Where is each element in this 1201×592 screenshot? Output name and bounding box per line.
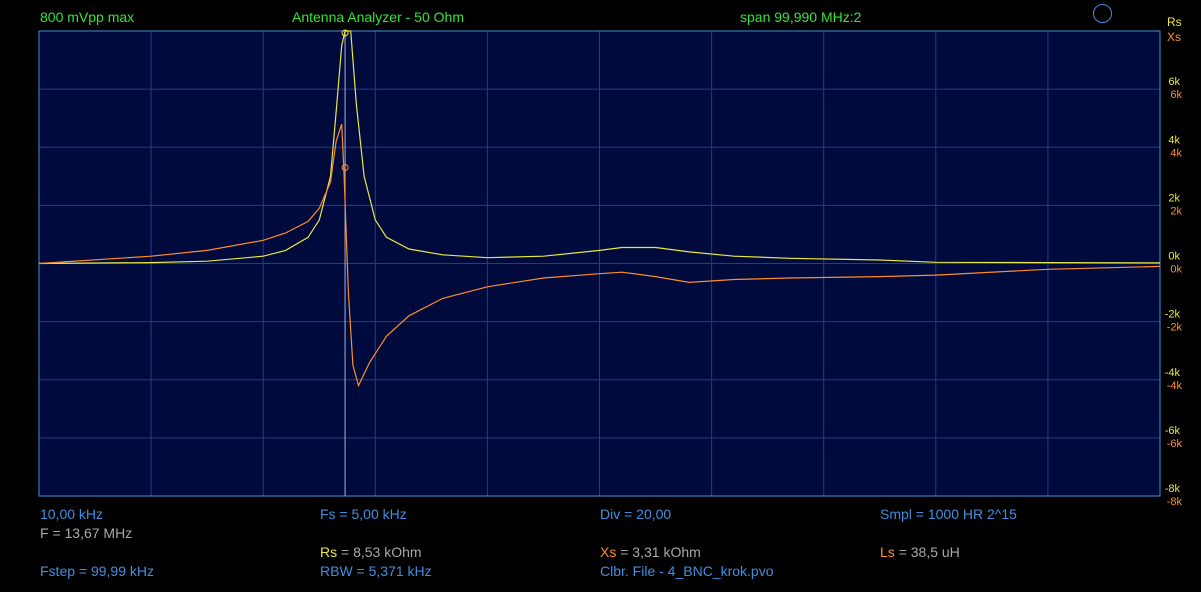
analyzer-plot: 6k6k 4k4k 2k2k 0k0k -2k-2k -4k-4k -6k-6k -8k-8k <box>38 29 1183 508</box>
xs-readout-value: = 3,31 kOhm <box>620 544 701 560</box>
rs-axis-label: Rs <box>1167 15 1182 29</box>
rs-tick-label: 2k <box>1168 192 1180 204</box>
xs-readout: Xs = 3,31 kOhm <box>600 544 701 560</box>
circle-icon[interactable] <box>1093 4 1112 23</box>
rs-tick-label: -4k <box>1165 367 1181 379</box>
rs-tick-label: 0k <box>1168 251 1180 263</box>
xs-tick-label: -2k <box>1167 322 1183 334</box>
xs-axis-label: Xs <box>1167 30 1182 44</box>
span-label: span 99,990 MHz:2 <box>740 9 862 25</box>
xs-tick-label: 4k <box>1170 147 1182 159</box>
rs-tick-label: -6k <box>1165 425 1181 437</box>
ls-readout: Ls = 38,5 uH <box>880 544 960 560</box>
amplitude-label: 800 mVpp max <box>40 9 135 25</box>
rbw-readout: RBW = 5,371 kHz <box>320 563 432 579</box>
rs-readout: Rs = 8,53 kOhm <box>320 544 422 560</box>
sample-readout: Smpl = 1000 HR 2^15 <box>880 506 1017 522</box>
ls-readout-value: = 38,5 uH <box>898 544 960 560</box>
rs-tick-label: 6k <box>1168 76 1180 88</box>
xs-tick-label: 2k <box>1170 205 1182 217</box>
xs-readout-label: Xs <box>600 544 617 560</box>
page-title: Antenna Analyzer - 50 Ohm <box>292 9 464 25</box>
rs-tick-label: -8k <box>1165 483 1181 495</box>
fs-readout: Fs = 5,00 kHz <box>320 506 407 522</box>
rs-tick-label: -2k <box>1165 309 1181 321</box>
y-axis-ticks: 6k6k 4k4k 2k2k 0k0k -2k-2k -4k-4k -6k-6k -8k-8k <box>1165 76 1183 508</box>
xs-tick-label: -4k <box>1167 380 1183 392</box>
rs-readout-label: Rs <box>320 544 338 560</box>
xs-tick-label: -8k <box>1167 496 1183 508</box>
xs-tick-label: -6k <box>1167 438 1183 450</box>
xs-tick-label: 6k <box>1170 89 1182 101</box>
ls-readout-label: Ls <box>880 544 895 560</box>
rs-tick-label: 4k <box>1168 134 1180 146</box>
div-readout: Div = 20,00 <box>600 506 672 522</box>
rs-readout-value: = 8,53 kOhm <box>341 544 422 560</box>
xs-tick-label: 0k <box>1170 264 1182 276</box>
calibration-file[interactable]: Clbr. File - 4_BNC_krok.pvo <box>600 563 774 579</box>
fstep-readout: Fstep = 99,99 kHz <box>40 563 155 579</box>
freq-per-division: 10,00 kHz <box>40 506 104 522</box>
frequency-readout: F = 13,67 MHz <box>40 525 133 541</box>
